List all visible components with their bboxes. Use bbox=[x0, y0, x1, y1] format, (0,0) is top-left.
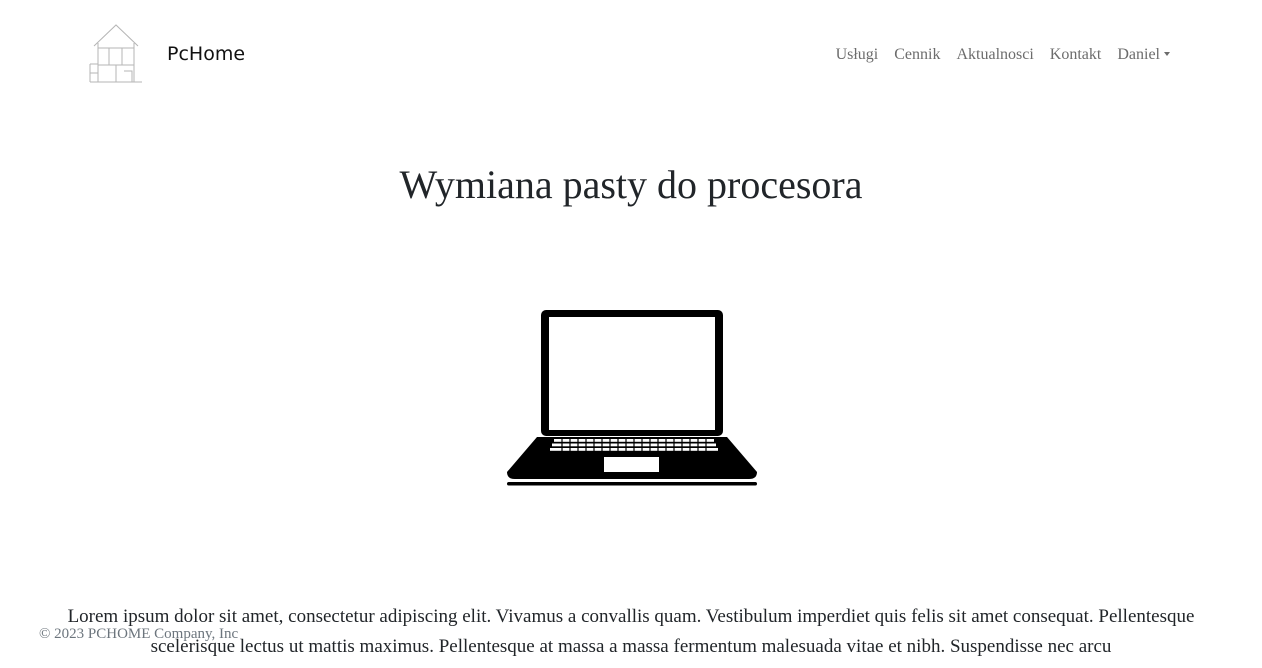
house-outline-icon bbox=[89, 24, 142, 83]
caret-down-icon bbox=[1164, 52, 1170, 56]
navbar: PcHome Usługi Cennik Aktualnosci Kontakt… bbox=[0, 0, 1262, 110]
footer-copyright: © 2023 PCHOME Company, Inc bbox=[39, 626, 239, 642]
page-title: Wymiana pasty do procesora bbox=[399, 162, 863, 207]
brand-name: PcHome bbox=[167, 43, 246, 65]
nav-link-uslugi[interactable]: Usługi bbox=[836, 45, 879, 65]
nav-link-cennik[interactable]: Cennik bbox=[894, 45, 940, 65]
brand-link[interactable]: PcHome bbox=[88, 22, 245, 84]
nav-link-aktualnosci[interactable]: Aktualnosci bbox=[956, 45, 1033, 65]
user-dropdown-toggle[interactable]: Daniel bbox=[1117, 45, 1170, 65]
nav-menu: Usługi Cennik Aktualnosci Kontakt Daniel bbox=[836, 45, 1170, 65]
laptop-icon bbox=[507, 310, 757, 486]
nav-link-kontakt[interactable]: Kontakt bbox=[1050, 45, 1102, 65]
user-name: Daniel bbox=[1117, 46, 1160, 63]
